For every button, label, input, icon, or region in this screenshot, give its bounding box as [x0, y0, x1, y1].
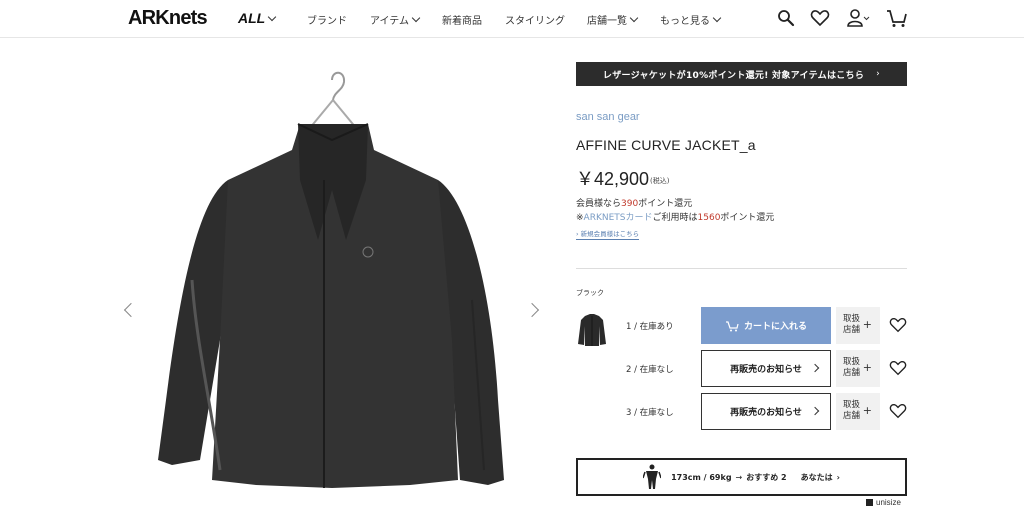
person-figure-icon — [643, 464, 662, 489]
store-availability-button-1[interactable]: 取扱 店舗 + — [836, 307, 880, 344]
cart-icon[interactable] — [886, 8, 908, 28]
product-image-gallery — [120, 40, 550, 508]
tax-note: (税込) — [650, 177, 670, 185]
heart-icon[interactable] — [810, 8, 830, 28]
favorite-heart-icon[interactable] — [889, 402, 907, 420]
member-points: 会員様なら390ポイント還元 — [576, 199, 693, 209]
nav-brand[interactable]: ブランド — [307, 12, 347, 27]
color-thumbnail[interactable] — [576, 312, 608, 348]
promo-banner[interactable]: レザージャケットが10%ポイント還元! 対象アイテムはこちら › — [576, 62, 907, 86]
chevron-right-icon — [810, 363, 820, 373]
color-label: ブラック — [576, 289, 604, 297]
plus-icon: + — [862, 361, 872, 374]
divider — [576, 268, 907, 269]
card-points: ※ARKNETSカードご利用時は1560ポイント還元 — [576, 213, 775, 223]
chevron-down-icon — [411, 13, 421, 23]
site-header: ARKnets ALL ブランド アイテム 新着商品 スタイリング 店舗一覧 も… — [0, 0, 1024, 38]
all-menu[interactable]: ALL — [238, 10, 277, 26]
unisize-logo: unisize — [866, 498, 901, 507]
nav-stores[interactable]: 店舗一覧 — [587, 12, 639, 27]
restock-notify-button-2[interactable]: 再販売のお知らせ — [701, 350, 831, 387]
product-name: AFFINE CURVE JACKET_a — [576, 137, 756, 153]
plus-icon: + — [862, 318, 872, 331]
arrow-right-icon: → — [735, 472, 743, 482]
restock-notify-button-3[interactable]: 再販売のお知らせ — [701, 393, 831, 430]
nav-styling[interactable]: スタイリング — [505, 12, 565, 27]
add-to-cart-button[interactable]: カートに入れる — [701, 307, 831, 344]
arknets-card-link[interactable]: ARKNETSカード — [584, 213, 653, 223]
chevron-down-icon — [629, 13, 639, 23]
nav-item[interactable]: アイテム — [370, 12, 421, 27]
site-logo[interactable]: ARKnets — [128, 7, 208, 30]
store-availability-button-3[interactable]: 取扱 店舗 + — [836, 393, 880, 430]
chevron-right-icon: › — [876, 69, 881, 79]
chevron-down-icon — [712, 13, 722, 23]
favorite-heart-icon[interactable] — [889, 316, 907, 334]
size-stock-1: 1 / 在庫あり — [626, 322, 674, 332]
search-icon[interactable] — [776, 8, 796, 28]
plus-icon: + — [862, 404, 872, 417]
chevron-right-icon: › — [836, 472, 840, 482]
chevron-right-icon — [810, 406, 820, 416]
account-icon[interactable] — [846, 8, 870, 28]
cart-icon — [725, 320, 739, 331]
brand-link[interactable]: san san gear — [576, 111, 640, 123]
product-price: ￥42,900 — [576, 169, 650, 189]
store-availability-button-2[interactable]: 取扱 店舗 + — [836, 350, 880, 387]
nav-new-arrivals[interactable]: 新着商品 — [442, 12, 482, 27]
nav-more[interactable]: もっと見る — [660, 12, 722, 27]
size-stock-3: 3 / 在庫なし — [626, 408, 674, 418]
size-stock-2: 2 / 在庫なし — [626, 365, 674, 375]
unisize-recommend-button[interactable]: 173cm / 69kg → おすすめ 2 あなたは › — [576, 458, 907, 496]
new-member-link[interactable]: › 新規会員様はこちら — [576, 228, 640, 240]
chevron-down-icon — [267, 12, 277, 22]
favorite-heart-icon[interactable] — [889, 359, 907, 377]
product-image — [158, 71, 504, 488]
